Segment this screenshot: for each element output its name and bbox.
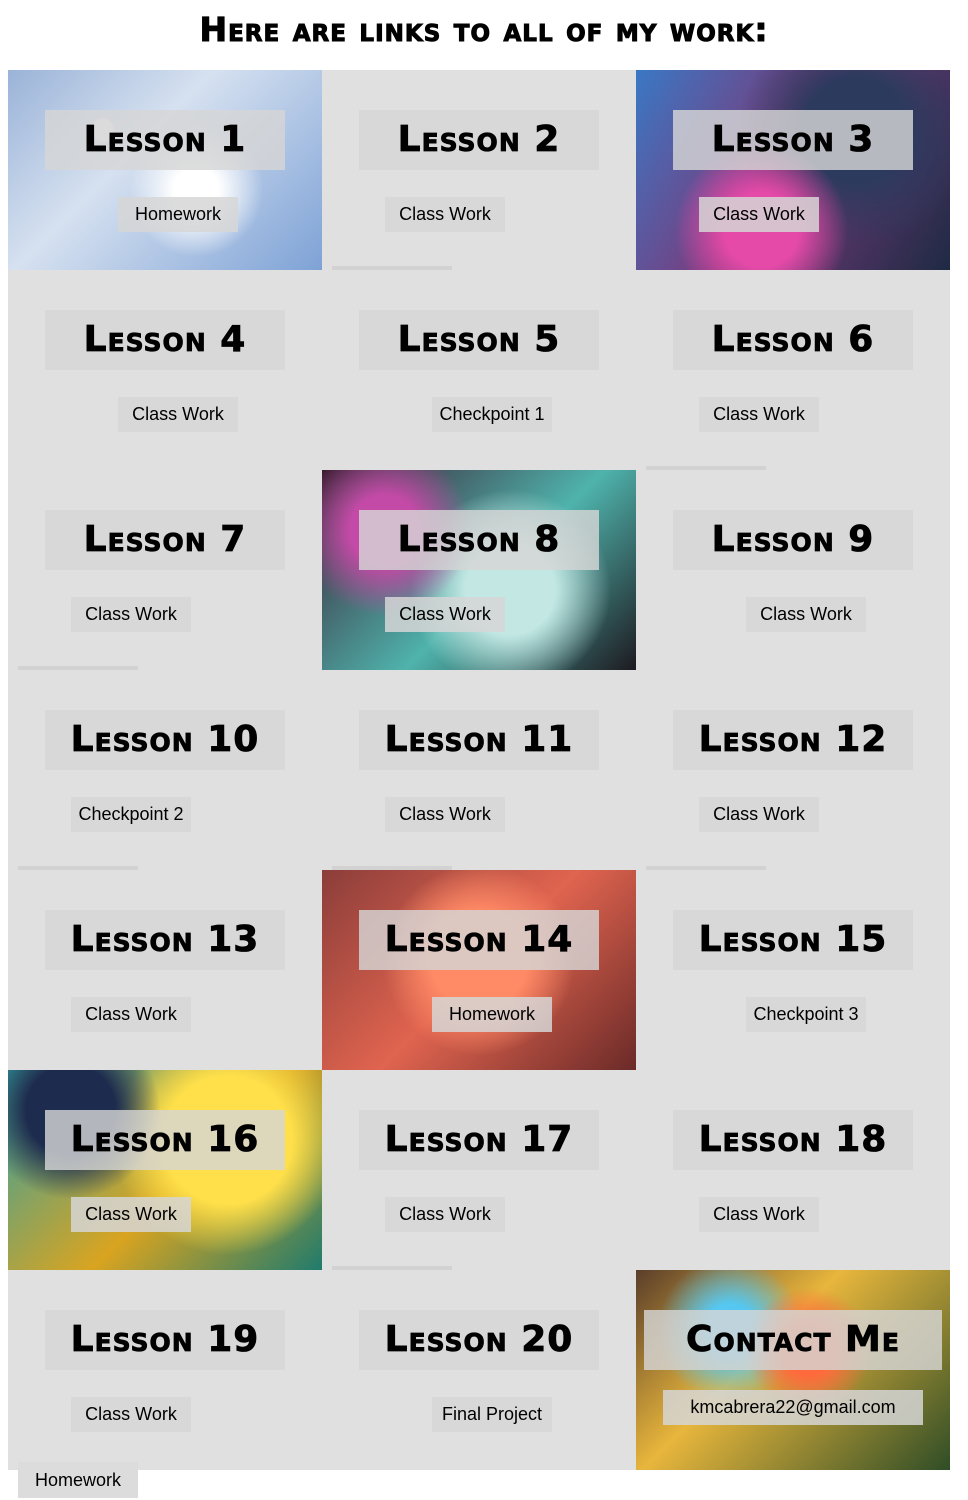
class-work-link[interactable]: Class Work (71, 997, 191, 1032)
lesson-card-12: Lesson 12 Class Work (636, 670, 950, 870)
class-work-link[interactable]: Class Work (118, 397, 238, 432)
lesson-heading: Lesson 7 (45, 510, 285, 570)
lesson-heading: Lesson 3 (673, 110, 913, 170)
lesson-card-6: Lesson 6 Class Work (636, 270, 950, 470)
lesson-heading: Lesson 20 (359, 1310, 599, 1370)
final-project-link[interactable]: Final Project (432, 1397, 552, 1432)
blossom-image (8, 70, 322, 270)
lesson-card-5: Lesson 5 Checkpoint 1 (322, 270, 636, 470)
lesson-grid: Lesson 1 Homework Lesson 2 Class Work Le… (8, 70, 950, 1470)
class-work-link[interactable]: Class Work (699, 197, 819, 232)
lesson-heading: Lesson 17 (359, 1110, 599, 1170)
lesson-heading: Lesson 18 (673, 1110, 913, 1170)
mural-image (8, 1070, 322, 1270)
lesson-heading: Lesson 16 (45, 1110, 285, 1170)
lesson-card-3: Lesson 3 Class Work (636, 70, 950, 270)
lesson-card-18: Lesson 18 Class Work (636, 1070, 950, 1270)
page-title: Here are links to all of my work: (199, 10, 769, 50)
class-work-link[interactable]: Class Work (385, 197, 505, 232)
checkpoint-link[interactable]: Checkpoint 1 (432, 397, 552, 432)
flower-image (322, 870, 636, 1070)
lesson-heading: Lesson 15 (673, 910, 913, 970)
lesson-card-13: Lesson 13 Class Work (8, 870, 322, 1070)
class-work-link[interactable]: Class Work (385, 797, 505, 832)
lesson-card-9: Lesson 9 Class Work (636, 470, 950, 670)
lesson-card-8: Lesson 8 Class Work (322, 470, 636, 670)
lesson-card-16: Lesson 16 Class Work (8, 1070, 322, 1270)
email-link[interactable]: kmcabrera22@gmail.com (663, 1390, 923, 1425)
lesson-heading: Lesson 2 (359, 110, 599, 170)
homework-link[interactable]: Homework (432, 997, 552, 1032)
purple-blossom-image (322, 470, 636, 670)
lesson-card-4: Lesson 4 Class Work (8, 270, 322, 470)
checkpoint-link[interactable]: Checkpoint 3 (746, 997, 866, 1032)
street-art-image (636, 1270, 950, 1470)
lesson-heading: Lesson 8 (359, 510, 599, 570)
lesson-card-19: Lesson 19 Class Work (8, 1270, 322, 1470)
lesson-heading: Lesson 14 (359, 910, 599, 970)
class-work-link[interactable]: Class Work (71, 1197, 191, 1232)
class-work-link[interactable]: Class Work (699, 397, 819, 432)
lesson-card-14: Lesson 14 Homework (322, 870, 636, 1070)
lesson-card-17: Lesson 17 Class Work (322, 1070, 636, 1270)
class-work-link[interactable]: Class Work (699, 797, 819, 832)
lesson-card-7: Lesson 7 Class Work (8, 470, 322, 670)
lesson-card-10: Lesson 10 Checkpoint 2 (8, 670, 322, 870)
checkpoint-link[interactable]: Checkpoint 2 (71, 797, 191, 832)
lesson-heading: Lesson 19 (45, 1310, 285, 1370)
contact-heading: Contact Me (644, 1310, 942, 1370)
lesson-card-15: Lesson 15 Checkpoint 3 (636, 870, 950, 1070)
class-work-link[interactable]: Class Work (699, 1197, 819, 1232)
class-work-link[interactable]: Class Work (746, 597, 866, 632)
lesson-card-1: Lesson 1 Homework (8, 70, 322, 270)
lesson-heading: Lesson 4 (45, 310, 285, 370)
lesson-heading: Lesson 5 (359, 310, 599, 370)
lesson-heading: Lesson 1 (45, 110, 285, 170)
contact-card: Contact Me kmcabrera22@gmail.com (636, 1270, 950, 1470)
lesson-heading: Lesson 12 (673, 710, 913, 770)
class-work-link[interactable]: Class Work (71, 597, 191, 632)
lesson-card-11: Lesson 11 Class Work (322, 670, 636, 870)
lesson-heading: Lesson 9 (673, 510, 913, 570)
lesson-heading: Lesson 10 (45, 710, 285, 770)
lesson-card-20: Lesson 20 Final Project (322, 1270, 636, 1470)
lesson-card-2: Lesson 2 Class Work (322, 70, 636, 270)
homework-link[interactable]: Homework (118, 197, 238, 232)
lesson-heading: Lesson 6 (673, 310, 913, 370)
class-work-link[interactable]: Class Work (71, 1397, 191, 1432)
class-work-link[interactable]: Class Work (385, 1197, 505, 1232)
lesson-heading: Lesson 11 (359, 710, 599, 770)
graffiti-image (636, 70, 950, 270)
lesson-heading: Lesson 13 (45, 910, 285, 970)
homework-link[interactable]: Homework (18, 1462, 138, 1498)
class-work-link[interactable]: Class Work (385, 597, 505, 632)
